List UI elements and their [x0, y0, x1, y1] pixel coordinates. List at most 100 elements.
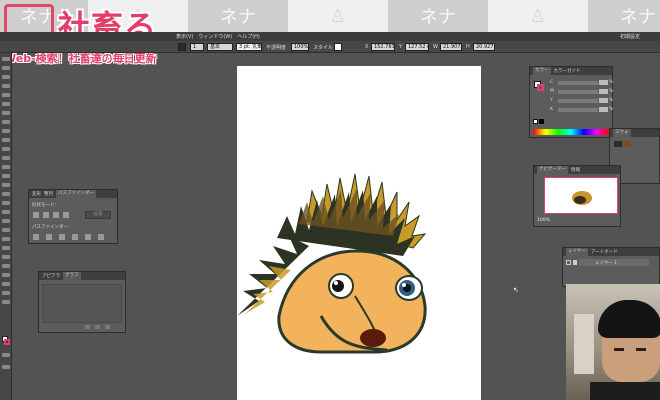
color-spectrum-bar[interactable]: [533, 129, 609, 135]
hand-tool-icon[interactable]: [2, 291, 10, 295]
scale-tool-icon[interactable]: [2, 174, 10, 178]
workspace-switcher[interactable]: 初期設定: [620, 33, 640, 40]
trim-icon[interactable]: [46, 234, 52, 240]
delete-icon[interactable]: [105, 325, 110, 329]
channel-k-field[interactable]: [599, 107, 608, 112]
navigator-zoom[interactable]: 100%: [537, 218, 550, 223]
w-field[interactable]: 21.907 m: [440, 43, 462, 51]
channel-y-label: Y: [550, 98, 553, 103]
artboard-tool-icon[interactable]: [2, 273, 10, 277]
line-tool-icon[interactable]: [2, 111, 10, 115]
visibility-eye-icon[interactable]: [566, 260, 571, 265]
free-transform-tool-icon[interactable]: [2, 192, 10, 196]
gradient-tool-icon[interactable]: [2, 228, 10, 232]
stroke-swatch-icon[interactable]: [178, 43, 186, 51]
stroke-color-swatch[interactable]: [537, 84, 544, 91]
black-swatch[interactable]: [539, 119, 544, 124]
tab-appearance[interactable]: アピアラ: [42, 273, 60, 279]
channel-m-slider[interactable]: [558, 90, 598, 94]
eraser-tool-icon[interactable]: [2, 156, 10, 160]
appearance-list[interactable]: [42, 284, 122, 323]
style-swatch-icon[interactable]: [334, 43, 342, 51]
magic-wand-tool-icon[interactable]: [2, 75, 10, 79]
outline-icon[interactable]: [85, 234, 91, 240]
y-field[interactable]: 127.52 mm: [405, 43, 429, 51]
artboard[interactable]: [237, 66, 481, 400]
channel-m-field[interactable]: [599, 89, 608, 94]
stroke-weight-field[interactable]: 1: [190, 43, 204, 51]
menu-window[interactable]: ウィンドウ(W): [198, 33, 232, 40]
tab-layers[interactable]: レイヤー: [566, 248, 588, 256]
new-item-icon[interactable]: [85, 325, 90, 329]
hedgehog-illustration[interactable]: [237, 66, 481, 400]
unite-icon[interactable]: [33, 212, 39, 218]
tab-swatches[interactable]: スウォ: [613, 129, 631, 137]
menu-view[interactable]: 表示(V): [176, 33, 193, 40]
width-tool-icon[interactable]: [2, 183, 10, 187]
tab-artboards[interactable]: アートボード: [591, 249, 618, 255]
blend-tool-icon[interactable]: [2, 246, 10, 250]
eyedropper-tool-icon[interactable]: [2, 237, 10, 241]
pencil-tool-icon[interactable]: [2, 138, 10, 142]
screen-mode-icon[interactable]: [2, 365, 10, 369]
webcam-eye-left: [614, 348, 624, 351]
graph-tool-icon[interactable]: [2, 264, 10, 268]
selection-tool-icon[interactable]: [2, 57, 10, 61]
crop-icon[interactable]: [72, 234, 78, 240]
shape-builder-tool-icon[interactable]: [2, 201, 10, 205]
channel-y-slider[interactable]: [558, 99, 598, 103]
tab-info[interactable]: 情報: [571, 167, 580, 173]
tab-navigator[interactable]: ナビゲーター: [537, 166, 568, 174]
slice-tool-icon[interactable]: [2, 282, 10, 286]
type-tool-icon[interactable]: [2, 102, 10, 106]
navigator-preview[interactable]: [544, 177, 618, 214]
intersect-icon[interactable]: [53, 212, 59, 218]
minus-back-icon[interactable]: [98, 234, 104, 240]
direct-selection-tool-icon[interactable]: [2, 66, 10, 70]
symbol-sprayer-tool-icon[interactable]: [2, 255, 10, 259]
swatch-brown[interactable]: [623, 141, 631, 147]
channel-k-slider[interactable]: [558, 108, 598, 112]
layer-row[interactable]: レイヤー 1: [579, 259, 649, 266]
rectangle-tool-icon[interactable]: [2, 120, 10, 124]
minus-front-icon[interactable]: [43, 212, 49, 218]
channel-c-slider[interactable]: [558, 81, 598, 85]
mouse-cursor-icon: ↖: [513, 286, 519, 294]
appearance-panel-tabs: アピアラ グラフ: [39, 272, 125, 280]
zoom-tool-icon[interactable]: [2, 300, 10, 304]
x-field[interactable]: 152.783 m: [371, 43, 395, 51]
h-field[interactable]: 20.927 m: [473, 43, 495, 51]
channel-y-field[interactable]: [599, 98, 608, 103]
tab-color-guide[interactable]: カラーガイド: [554, 68, 581, 74]
right-eye: [395, 275, 423, 301]
channel-m-unit: %: [609, 89, 614, 94]
watermark-cell: ネナ: [388, 0, 488, 32]
white-swatch[interactable]: [533, 119, 538, 124]
menu-help[interactable]: ヘルプ(H): [237, 33, 260, 40]
exclude-icon[interactable]: [63, 212, 69, 218]
tab-color[interactable]: カラー: [533, 67, 551, 75]
pen-tool-icon[interactable]: [2, 93, 10, 97]
tab-graph[interactable]: グラフ: [63, 272, 81, 280]
channel-c-field[interactable]: [599, 80, 608, 85]
layer-expand-icon[interactable]: [573, 260, 577, 265]
tab-pathfinder[interactable]: パスファインダー: [56, 190, 96, 198]
expand-button[interactable]: 拡張: [85, 211, 111, 219]
stroke-swatch-tool-icon[interactable]: [4, 339, 10, 345]
tab-align[interactable]: 整列: [44, 191, 53, 197]
paintbrush-tool-icon[interactable]: [2, 129, 10, 133]
profile-select[interactable]: 基本: [207, 43, 233, 51]
perspective-grid-tool-icon[interactable]: [2, 210, 10, 214]
opacity-field[interactable]: 100%: [291, 43, 309, 51]
brush-select[interactable]: 3 pt. 丸筆: [236, 43, 262, 51]
divide-icon[interactable]: [33, 234, 39, 240]
merge-icon[interactable]: [59, 234, 65, 240]
lasso-tool-icon[interactable]: [2, 84, 10, 88]
blob-brush-tool-icon[interactable]: [2, 147, 10, 151]
draw-mode-icon[interactable]: [2, 353, 10, 357]
duplicate-icon[interactable]: [95, 325, 100, 329]
rotate-tool-icon[interactable]: [2, 165, 10, 169]
mesh-tool-icon[interactable]: [2, 219, 10, 223]
tab-transform[interactable]: 変形: [32, 191, 41, 197]
swatch-dark[interactable]: [614, 141, 622, 147]
